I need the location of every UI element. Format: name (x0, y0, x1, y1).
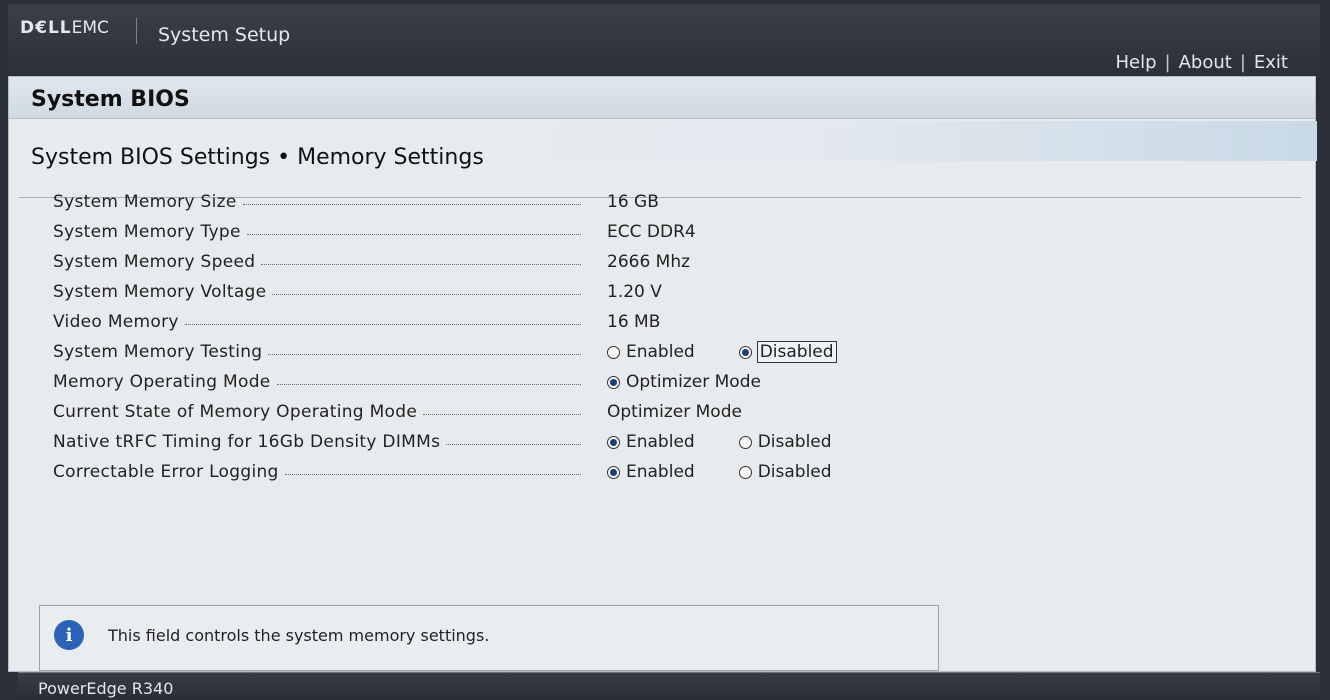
link-separator: | (1164, 52, 1171, 73)
radio-option-label: Optimizer Mode (626, 372, 761, 392)
dotted-leader (261, 264, 581, 265)
radio-option-optimizer-mode[interactable]: Optimizer Mode (607, 372, 761, 392)
brand-separator (136, 18, 137, 44)
setting-value: ECC DDR4 (607, 222, 696, 242)
setting-value: 2666 Mhz (607, 252, 691, 272)
setting-row: Current State of Memory Operating Mode Op… (53, 397, 873, 427)
info-icon: i (54, 620, 84, 650)
setting-label: Memory Operating Mode (53, 372, 581, 392)
top-links: Help | About | Exit (1115, 52, 1288, 73)
setting-value: 16 GB (607, 192, 659, 212)
radio-option-label: Disabled (756, 341, 837, 363)
setting-label-text: System Memory Type (53, 222, 241, 242)
footer-bar: PowerEdge R340 (18, 672, 1320, 700)
radio-option-disabled[interactable]: Disabled (738, 462, 832, 482)
radio-option-enabled[interactable]: Enabled (607, 462, 695, 482)
radio-option-disabled[interactable]: Disabled (738, 432, 832, 452)
brand-bold: D€LL (20, 18, 72, 38)
radio-option-label: Enabled (626, 342, 695, 362)
system-model: PowerEdge R340 (38, 679, 174, 698)
radio-button-icon[interactable] (738, 435, 752, 449)
dotted-leader (272, 294, 581, 295)
radio-button-icon[interactable] (607, 465, 620, 479)
setting-row: System Memory Type ECC DDR4 (53, 217, 873, 247)
main-panel: System BIOS System BIOS Settings • Memor… (8, 76, 1317, 672)
radio-option-disabled[interactable]: Disabled (738, 341, 837, 363)
setting-label-text: System Memory Voltage (53, 282, 267, 302)
dotted-leader (446, 444, 581, 445)
setting-row: System Memory Testing Enabled Disabled (53, 337, 873, 367)
setting-value: 1.20 V (607, 282, 662, 302)
exit-link[interactable]: Exit (1254, 52, 1288, 73)
radio-option-label: Disabled (757, 462, 832, 482)
setting-row: Memory Operating Mode Optimizer Mode (53, 367, 873, 397)
setting-label: Native tRFC Timing for 16Gb Density DIMM… (53, 432, 581, 452)
setting-label: System Memory Voltage (53, 282, 581, 302)
setting-options: Enabled Disabled (607, 432, 832, 452)
page-title: System BIOS (31, 87, 190, 112)
setting-row: Video Memory 16 MB (53, 307, 873, 337)
radio-option-label: Enabled (626, 432, 695, 452)
setting-row: System Memory Voltage 1.20 V (53, 277, 873, 307)
help-info-box: i This field controls the system memory … (39, 605, 939, 671)
setting-label-text: System Memory Testing (53, 342, 263, 362)
brand-thin: EMC (71, 18, 109, 38)
radio-button-icon[interactable] (738, 345, 752, 359)
setting-label: Correctable Error Logging (53, 462, 581, 482)
dotted-leader (184, 324, 581, 325)
dotted-leader (284, 474, 581, 475)
page-header: System BIOS (9, 77, 1315, 119)
setting-value: Optimizer Mode (607, 402, 742, 422)
setting-row: Correctable Error Logging Enabled Disabled (53, 457, 873, 487)
help-link[interactable]: Help (1115, 52, 1156, 73)
setting-row: System Memory Size 16 GB (53, 187, 873, 217)
radio-option-label: Disabled (757, 432, 832, 452)
setting-label: Current State of Memory Operating Mode (53, 402, 581, 422)
radio-option-enabled[interactable]: Enabled (607, 432, 695, 452)
radio-button-icon[interactable] (607, 435, 620, 449)
radio-button-icon[interactable] (607, 375, 620, 389)
setting-label: System Memory Size (53, 192, 581, 212)
setting-label-text: Memory Operating Mode (53, 372, 271, 392)
dell-emc-logo: D€LLEMC (20, 18, 109, 38)
radio-button-icon[interactable] (738, 465, 752, 479)
setting-label-text: System Memory Size (53, 192, 237, 212)
setting-label: System Memory Type (53, 222, 581, 242)
radio-option-label: Enabled (626, 462, 695, 482)
setting-label: System Memory Testing (53, 342, 581, 362)
about-link[interactable]: About (1179, 52, 1232, 73)
radio-option-enabled[interactable]: Enabled (607, 342, 695, 362)
section-header: System BIOS Settings • Memory Settings (17, 121, 1317, 170)
section-title: System BIOS Settings • Memory Settings (31, 145, 484, 170)
help-text: This field controls the system memory se… (108, 626, 490, 645)
setting-options: Enabled Disabled (607, 341, 837, 363)
setting-options: Enabled Disabled (607, 462, 832, 482)
setting-row: Native tRFC Timing for 16Gb Density DIMM… (53, 427, 873, 457)
setting-label-text: Correctable Error Logging (53, 462, 279, 482)
setting-label-text: System Memory Speed (53, 252, 256, 272)
setting-label-text: Native tRFC Timing for 16Gb Density DIMM… (53, 432, 441, 452)
app-title: System Setup (158, 24, 291, 46)
dotted-leader (246, 234, 581, 235)
setting-label-text: Current State of Memory Operating Mode (53, 402, 418, 422)
setting-label: Video Memory (53, 312, 581, 332)
radio-button-icon[interactable] (607, 345, 620, 359)
link-separator: | (1239, 52, 1246, 73)
dotted-leader (423, 414, 581, 415)
setting-value: 16 MB (607, 312, 661, 332)
setting-options: Optimizer Mode (607, 372, 761, 392)
dotted-leader (242, 204, 581, 205)
settings-list: System Memory Size 16 GB System Memory Typ… (53, 187, 873, 487)
setting-row: System Memory Speed 2666 Mhz (53, 247, 873, 277)
setting-label-text: Video Memory (53, 312, 179, 332)
dotted-leader (276, 384, 581, 385)
dotted-leader (268, 354, 581, 355)
setting-label: System Memory Speed (53, 252, 581, 272)
